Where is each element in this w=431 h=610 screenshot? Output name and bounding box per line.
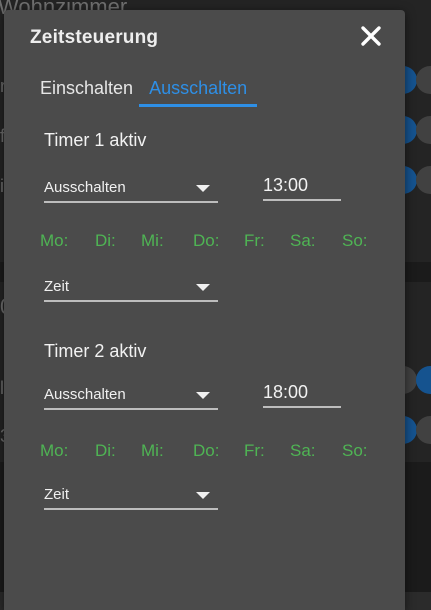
timer-1-action-select[interactable]: Ausschalten: [44, 175, 218, 203]
timer-2-day-so[interactable]: So:: [342, 441, 368, 461]
tab-ausschalten[interactable]: Ausschalten: [139, 76, 258, 107]
timer-1-mode-select[interactable]: Zeit: [44, 274, 218, 302]
timer-2-action-value: Ausschalten: [44, 386, 126, 403]
timer-1-day-sa[interactable]: Sa:: [290, 231, 316, 251]
close-button[interactable]: [356, 21, 386, 51]
timer-2-day-do[interactable]: Do:: [193, 441, 219, 461]
timer-1-time-value: 13:00: [263, 175, 309, 195]
timer-2-time-value: 18:00: [263, 382, 309, 402]
timer-1-day-do[interactable]: Do:: [193, 231, 219, 251]
timer-1-day-mo[interactable]: Mo:: [40, 231, 68, 251]
timer-2-day-mo[interactable]: Mo:: [40, 441, 68, 461]
timer-1-action-value: Ausschalten: [44, 179, 126, 196]
timer-2-time-input[interactable]: 18:00: [263, 380, 341, 408]
timer-1-heading: Timer 1 aktiv: [44, 130, 147, 150]
timer-2-heading: Timer 2 aktiv: [44, 341, 147, 361]
chevron-down-icon: [196, 492, 210, 499]
chevron-down-icon: [196, 284, 210, 291]
tab-einschalten[interactable]: Einschalten: [38, 76, 135, 107]
timer-1-day-di[interactable]: Di:: [95, 231, 116, 251]
timer-2-mode-select[interactable]: Zeit: [44, 482, 218, 510]
timer-1-day-mi[interactable]: Mi:: [141, 231, 164, 251]
timer-2-day-di[interactable]: Di:: [95, 441, 116, 461]
tab-bar: Einschalten Ausschalten: [38, 76, 261, 107]
dialog-title: Zeitsteuerung: [30, 27, 159, 48]
timer-2-mode-value: Zeit: [44, 486, 70, 503]
schedule-dialog: Zeitsteuerung Einschalten Ausschalten Ti…: [4, 10, 405, 610]
timer-2-day-sa[interactable]: Sa:: [290, 441, 316, 461]
timer-1-mode-value: Zeit: [44, 278, 70, 295]
chevron-down-icon: [196, 392, 210, 399]
timer-1-day-so[interactable]: So:: [342, 231, 368, 251]
timer-1-day-fr[interactable]: Fr:: [244, 231, 265, 251]
timer-2-day-mi[interactable]: Mi:: [141, 441, 164, 461]
timer-1-time-input[interactable]: 13:00: [263, 173, 341, 201]
timer-2-action-select[interactable]: Ausschalten: [44, 382, 218, 410]
close-icon: [361, 26, 381, 46]
timer-2-day-fr[interactable]: Fr:: [244, 441, 265, 461]
chevron-down-icon: [196, 185, 210, 192]
